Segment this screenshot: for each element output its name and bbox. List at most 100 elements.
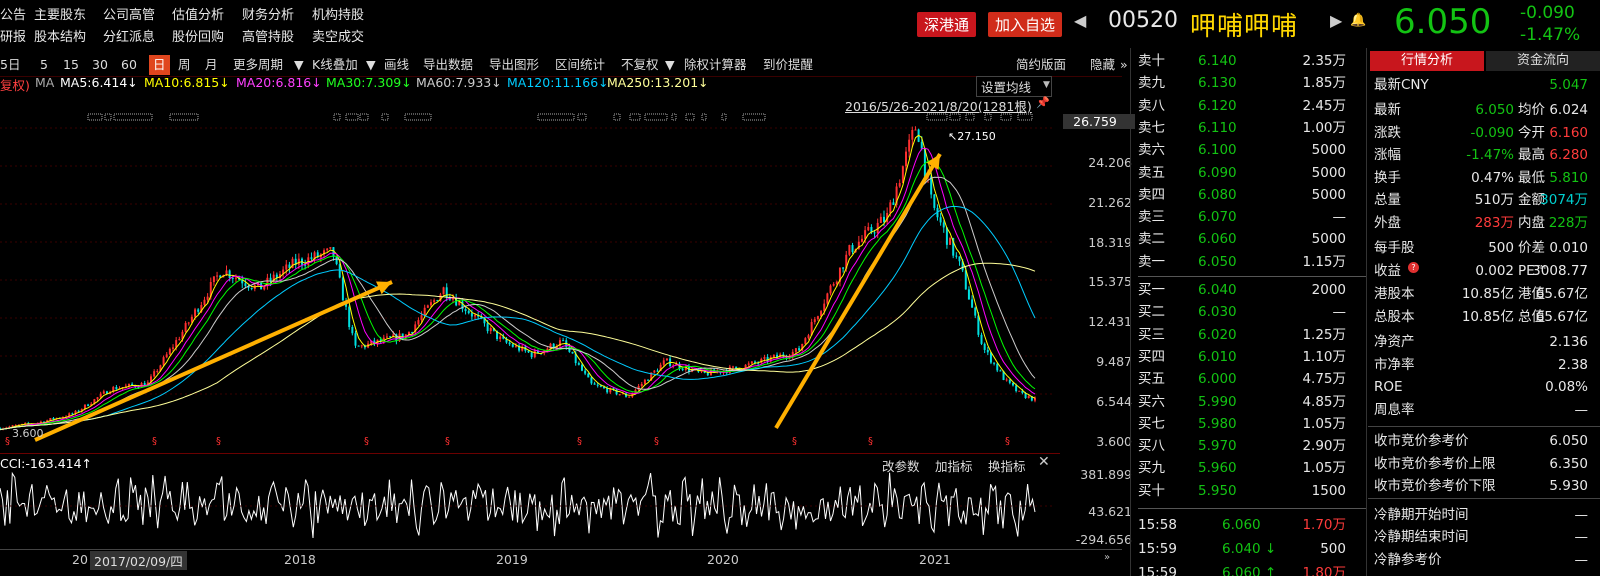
period-30m[interactable]: 30 xyxy=(92,55,108,75)
event-marker-icon[interactable]: § xyxy=(445,436,450,447)
period-5d[interactable]: 5日 xyxy=(0,55,20,75)
info-badge-icon[interactable]: ? xyxy=(1408,262,1419,273)
ask-row[interactable]: 卖七 6.110 1.00万 xyxy=(1138,117,1358,139)
news-marker[interactable] xyxy=(926,113,948,121)
cci-chart[interactable] xyxy=(0,470,1060,540)
nav-announcement[interactable]: 公告 xyxy=(0,4,26,23)
ask-row[interactable]: 卖四 6.080 5000 xyxy=(1138,184,1358,206)
bid-row[interactable]: 买一 6.040 2000 xyxy=(1138,279,1358,301)
news-marker[interactable] xyxy=(87,113,103,121)
tab-fund-flow[interactable]: 资金流向 xyxy=(1486,51,1600,71)
news-marker[interactable] xyxy=(613,113,621,121)
event-marker-icon[interactable]: § xyxy=(577,436,582,447)
nav-share-structure[interactable]: 股本结构 xyxy=(34,26,86,45)
bid-row[interactable]: 买五 6.000 4.75万 xyxy=(1138,368,1358,390)
draw-line-button[interactable]: 画线 xyxy=(384,55,409,75)
bid-row[interactable]: 买九 5.960 1.05万 xyxy=(1138,457,1358,479)
period-day[interactable]: 日 xyxy=(149,55,170,75)
news-marker[interactable] xyxy=(381,113,389,121)
period-15m[interactable]: 15 xyxy=(63,55,79,75)
news-marker[interactable] xyxy=(333,113,341,121)
price-alert-button[interactable]: 到价提醒 xyxy=(763,55,813,75)
bell-icon[interactable]: 🔔 xyxy=(1350,13,1366,28)
event-marker-icon[interactable]: § xyxy=(216,436,221,447)
news-marker[interactable] xyxy=(104,113,112,121)
bid-row[interactable]: 买八 5.970 2.90万 xyxy=(1138,435,1358,457)
export-chart-button[interactable]: 导出图形 xyxy=(489,55,539,75)
event-marker-icon[interactable]: § xyxy=(364,436,369,447)
bid-row[interactable]: 买四 6.010 1.10万 xyxy=(1138,346,1358,368)
period-month[interactable]: 月 xyxy=(205,55,218,75)
bid-row[interactable]: 买三 6.020 1.25万 xyxy=(1138,324,1358,346)
news-marker[interactable] xyxy=(345,113,359,121)
news-marker[interactable] xyxy=(537,113,575,121)
ma-settings-dropdown[interactable]: 设置均线 xyxy=(976,76,1053,97)
nav-exec-holdings[interactable]: 高管持股 xyxy=(242,26,294,45)
connect-tag-button[interactable]: 深港通 xyxy=(917,12,977,37)
period-60m[interactable]: 60 xyxy=(121,55,137,75)
bid-row[interactable]: 买七 5.980 1.05万 xyxy=(1138,413,1358,435)
next-stock-icon[interactable]: ▶ xyxy=(1330,11,1342,30)
nav-shareholders[interactable]: 主要股东 xyxy=(34,4,86,23)
ask-row[interactable]: 卖九 6.130 1.85万 xyxy=(1138,72,1358,94)
ask-row[interactable]: 卖六 6.100 5000 xyxy=(1138,139,1358,161)
news-marker[interactable] xyxy=(113,113,153,121)
nav-executives[interactable]: 公司高管 xyxy=(103,4,155,23)
news-marker[interactable] xyxy=(1017,113,1033,121)
news-marker[interactable] xyxy=(965,113,975,121)
nav-dividend[interactable]: 分红派息 xyxy=(103,26,155,45)
add-watchlist-button[interactable]: 加入自选 xyxy=(988,12,1063,37)
period-week[interactable]: 周 xyxy=(178,55,191,75)
range-stats-button[interactable]: 区间统计 xyxy=(555,55,605,75)
adjust-dropdown[interactable]: 不复权 xyxy=(621,55,659,75)
news-marker[interactable] xyxy=(644,113,668,121)
nav-valuation[interactable]: 估值分析 xyxy=(172,4,224,23)
kline-chart[interactable]: § § § § § § § § § § xyxy=(0,110,1060,450)
news-marker[interactable] xyxy=(577,113,587,121)
event-marker-icon[interactable]: § xyxy=(868,436,873,447)
close-icon[interactable]: ✕ xyxy=(1038,454,1050,470)
nav-institutions[interactable]: 机构持股 xyxy=(312,4,364,23)
more-periods-dropdown[interactable]: 更多周期 xyxy=(233,55,283,75)
news-marker[interactable] xyxy=(404,113,432,121)
simple-layout-button[interactable]: 简约版面 xyxy=(1016,55,1066,75)
bid-row[interactable]: 买六 5.990 4.85万 xyxy=(1138,391,1358,413)
event-marker-icon[interactable]: § xyxy=(1005,436,1010,447)
nav-research[interactable]: 研报 xyxy=(0,26,26,45)
event-marker-icon[interactable]: § xyxy=(654,436,659,447)
nav-financial[interactable]: 财务分析 xyxy=(242,4,294,23)
bid-row[interactable]: 买十 5.950 1500 xyxy=(1138,480,1358,502)
exright-calc-button[interactable]: 除权计算器 xyxy=(684,55,747,75)
hide-button[interactable]: 隐藏 xyxy=(1090,55,1115,75)
event-marker-icon[interactable]: § xyxy=(152,436,157,447)
chevron-down-icon[interactable]: ▼ xyxy=(1043,80,1050,90)
kline-overlay-dropdown[interactable]: K线叠加 xyxy=(312,55,358,75)
nav-short-selling[interactable]: 卖空成交 xyxy=(312,26,364,45)
prev-stock-icon[interactable]: ◀ xyxy=(1074,11,1086,30)
event-marker-icon[interactable]: § xyxy=(5,436,10,447)
news-marker[interactable] xyxy=(742,113,766,121)
tab-market-analysis[interactable]: 行情分析 xyxy=(1370,51,1484,71)
pin-icon[interactable]: 📌 xyxy=(1036,96,1050,109)
bid-row[interactable]: 买二 6.030 — xyxy=(1138,301,1358,323)
chevron-down-icon[interactable]: ▼ xyxy=(366,55,376,75)
news-marker[interactable] xyxy=(629,113,641,121)
ask-row[interactable]: 卖十 6.140 2.35万 xyxy=(1138,50,1358,72)
news-marker[interactable] xyxy=(949,113,961,121)
collapse-icon[interactable]: » xyxy=(1120,55,1128,75)
news-marker[interactable] xyxy=(984,113,992,121)
ask-row[interactable]: 卖一 6.050 1.15万 xyxy=(1138,251,1358,273)
period-5m[interactable]: 5 xyxy=(40,55,48,75)
export-data-button[interactable]: 导出数据 xyxy=(423,55,473,75)
ask-row[interactable]: 卖二 6.060 5000 xyxy=(1138,228,1358,250)
news-marker[interactable] xyxy=(169,113,199,121)
news-marker[interactable] xyxy=(701,113,707,121)
news-marker[interactable] xyxy=(1000,113,1012,121)
ask-row[interactable]: 卖三 6.070 — xyxy=(1138,206,1358,228)
news-marker[interactable] xyxy=(685,113,695,121)
news-marker[interactable] xyxy=(721,113,727,121)
news-marker[interactable] xyxy=(359,113,369,121)
chevron-down-icon[interactable]: ▼ xyxy=(294,55,304,75)
nav-buyback[interactable]: 股份回购 xyxy=(172,26,224,45)
ask-row[interactable]: 卖五 6.090 5000 xyxy=(1138,162,1358,184)
